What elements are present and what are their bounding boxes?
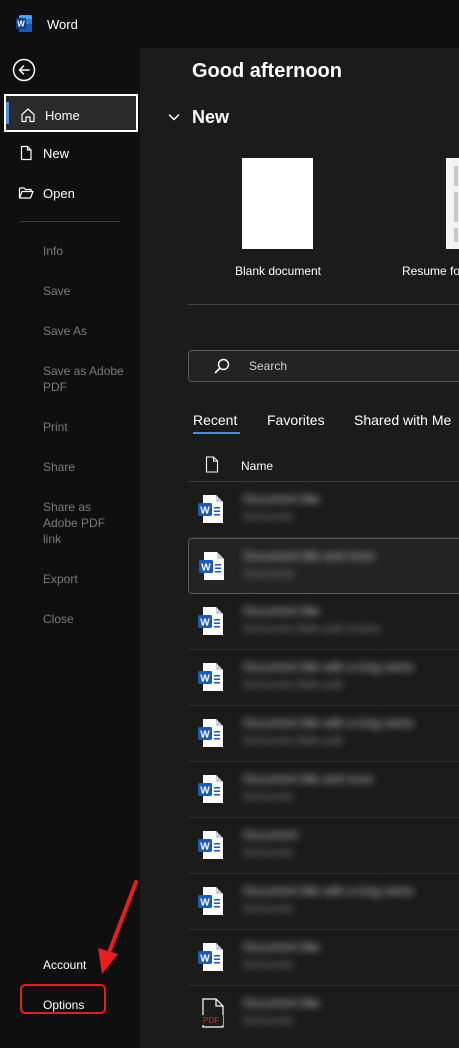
file-row[interactable]: W Document title with a long name Docume… [188,650,459,706]
file-type-column-icon [205,456,219,473]
tab-shared-with-me[interactable]: Shared with Me [354,412,451,428]
greeting-heading: Good afternoon [192,60,342,82]
tab-favorites[interactable]: Favorites [267,412,325,428]
file-name: Document title with a long name [243,660,414,674]
file-location: Documents [243,792,294,803]
title-bar: W Word [0,0,459,48]
file-name: Document title [243,996,320,1010]
sidebar-item-save[interactable]: Save [43,283,133,299]
template-label[interactable]: Blank document [204,264,352,278]
word-document-icon: W [199,552,224,580]
name-column-header[interactable]: Name [241,459,273,473]
sidebar-item-home[interactable]: Home [4,94,138,132]
svg-text:W: W [200,842,210,853]
sidebar-item-save-as-adobe-pdf[interactable]: Save as Adobe PDF [43,363,133,395]
svg-text:W: W [200,674,210,685]
file-row[interactable]: W Document title Documents [188,482,459,538]
file-row[interactable]: W Document title Documents folder path l… [188,594,459,650]
search-placeholder: Search [249,359,288,373]
template-label[interactable]: Resume fo [402,264,459,278]
file-location: Documents [243,960,294,971]
sidebar-item-share[interactable]: Share [43,459,133,475]
svg-text:W: W [200,506,210,517]
search-input[interactable]: Search [188,350,459,382]
resume-template-thumbnail[interactable] [446,158,459,249]
svg-text:PDF: PDF [203,1016,219,1025]
search-icon [214,358,230,374]
word-document-icon: W [198,887,223,915]
file-name: Document [243,828,298,842]
file-row[interactable]: W Document title and more Documents [188,762,459,818]
sidebar-divider [20,221,120,222]
file-name: Document title [243,940,320,954]
file-name: Document title [243,604,320,618]
file-row[interactable]: W Document title Documents [188,930,459,986]
file-row[interactable]: W Document Documents [188,818,459,874]
chevron-down-icon[interactable] [167,110,181,124]
sidebar-item-info[interactable]: Info [43,243,133,259]
tab-recent[interactable]: Recent [193,412,237,428]
file-name: Document title [243,492,320,506]
red-arrow-annotation [98,880,138,974]
sidebar-item-export[interactable]: Export [43,571,133,587]
sidebar-item-label: Open [43,186,75,201]
svg-text:W: W [200,954,210,965]
sidebar-item-open[interactable]: Open [4,174,138,212]
active-tab-underline [193,432,240,434]
thumbnail-text-line [454,166,458,186]
new-section-heading: New [192,107,230,127]
sidebar-item-account[interactable]: Account [43,958,86,972]
word-document-icon: W [198,663,223,691]
file-name: Document title with a long name [243,716,414,730]
file-location: Documents folder path location [243,624,381,635]
sidebar-item-label: New [43,146,70,161]
sidebar-item-new[interactable]: New [4,134,138,172]
svg-text:W: W [201,563,211,574]
file-location: Documents [243,1016,294,1027]
thumbnail-text-line [454,228,458,242]
blank-document-thumbnail[interactable] [242,158,313,249]
svg-text:W: W [200,786,210,797]
section-divider [188,304,459,305]
file-row[interactable]: PDF Document title Documents [188,986,459,1042]
file-location: Documents folder path [243,680,344,691]
folder-open-icon [18,187,34,199]
word-document-icon: W [198,607,223,635]
word-document-icon: W [198,495,223,523]
app-title: Word [47,17,78,32]
file-location: Documents [243,512,294,523]
sidebar-item-print[interactable]: Print [43,419,133,435]
sidebar-item-share-adobe-pdf-link[interactable]: Share as Adobe PDF link [43,499,115,547]
selection-indicator [6,102,9,124]
file-name: Document title with a long name [243,884,414,898]
file-name: Document title and more [244,549,375,563]
svg-text:W: W [200,618,210,629]
file-location: Documents [243,848,294,859]
back-arrow-icon[interactable] [12,58,36,82]
word-document-icon: W [198,775,223,803]
sidebar-item-save-as[interactable]: Save As [43,323,133,339]
svg-text:W: W [200,898,210,909]
pdf-file-icon: PDF [199,998,224,1028]
word-document-icon: W [198,831,223,859]
home-icon [21,108,35,123]
word-document-icon: W [198,943,223,971]
file-location: Documents [244,569,295,580]
new-document-icon [20,145,32,161]
word-logo-icon: W [16,15,32,32]
sidebar-item-close[interactable]: Close [43,611,133,627]
file-location: Documents [243,904,294,915]
svg-text:W: W [17,20,25,29]
file-name: Document title and more [243,772,374,786]
sidebar-item-label: Home [45,108,80,123]
svg-text:W: W [200,730,210,741]
word-document-icon: W [198,719,223,747]
file-row[interactable]: W Document title with a long name Docume… [188,874,459,930]
thumbnail-text-line [454,192,458,222]
options-highlight-box [20,984,106,1014]
file-row[interactable]: W Document title and more Documents [188,538,459,594]
file-location: Documents folder path [243,736,344,747]
file-row[interactable]: W Document title with a long name Docume… [188,706,459,762]
